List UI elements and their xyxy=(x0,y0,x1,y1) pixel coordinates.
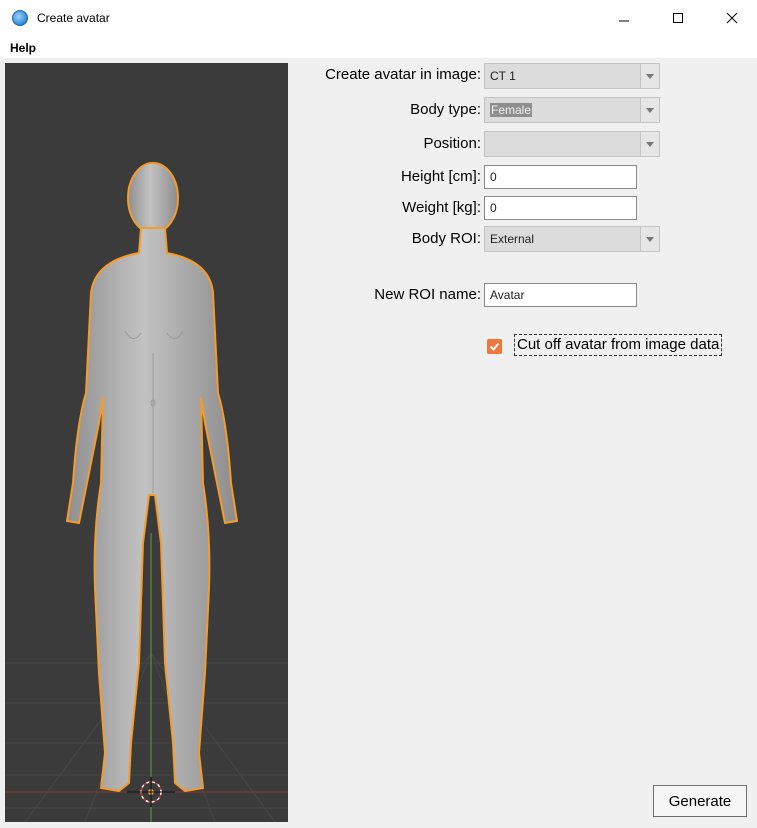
roi-name-label: New ROI name: xyxy=(374,286,481,303)
weight-field[interactable] xyxy=(484,196,637,220)
roi-name-input[interactable] xyxy=(485,284,636,306)
avatar-body xyxy=(66,162,238,792)
height-field[interactable] xyxy=(484,165,637,189)
image-select[interactable]: CT 1 xyxy=(484,63,660,89)
body-roi-dropdown-icon[interactable] xyxy=(640,227,659,251)
title-bar: Create avatar xyxy=(0,0,757,36)
minimize-button[interactable] xyxy=(601,0,647,36)
minimize-icon xyxy=(619,20,629,22)
window-title: Create avatar xyxy=(37,11,110,25)
cutoff-checkbox[interactable] xyxy=(487,339,502,354)
position-label: Position: xyxy=(423,135,481,152)
position-select[interactable] xyxy=(484,131,660,157)
position-dropdown-icon[interactable] xyxy=(640,132,659,156)
body-type-select[interactable]: Female xyxy=(484,97,660,123)
body-roi-select[interactable]: External xyxy=(484,226,660,252)
weight-input[interactable] xyxy=(485,197,636,219)
height-label: Height [cm]: xyxy=(400,168,481,185)
body-type-dropdown-icon[interactable] xyxy=(640,98,659,122)
weight-label: Weight [kg]: xyxy=(402,199,481,216)
maximize-button[interactable] xyxy=(655,0,701,36)
generate-button[interactable]: Generate xyxy=(653,785,747,817)
avatar-preview xyxy=(5,162,288,822)
menu-help[interactable]: Help xyxy=(10,41,36,55)
menu-bar: Help xyxy=(0,36,757,58)
close-icon xyxy=(726,12,738,24)
avatar-viewport[interactable] xyxy=(5,63,288,822)
image-select-dropdown-icon[interactable] xyxy=(640,64,659,88)
close-button[interactable] xyxy=(709,0,755,36)
body-type-label: Body type: xyxy=(410,101,481,118)
origin-cursor-icon xyxy=(127,777,175,807)
body-roi-select-value: External xyxy=(490,232,535,246)
floor-grid xyxy=(5,652,288,822)
maximize-icon xyxy=(673,13,683,23)
image-select-value: CT 1 xyxy=(490,69,516,83)
body-roi-label: Body ROI: xyxy=(411,230,481,247)
app-globe-icon xyxy=(12,10,28,26)
body-type-select-value: Female xyxy=(490,103,533,117)
cutoff-label[interactable]: Cut off avatar from image data xyxy=(514,334,723,356)
image-label: Create avatar in image: xyxy=(325,66,481,83)
roi-name-field[interactable] xyxy=(484,283,637,307)
checkmark-icon xyxy=(489,342,500,351)
height-input[interactable] xyxy=(485,166,636,188)
